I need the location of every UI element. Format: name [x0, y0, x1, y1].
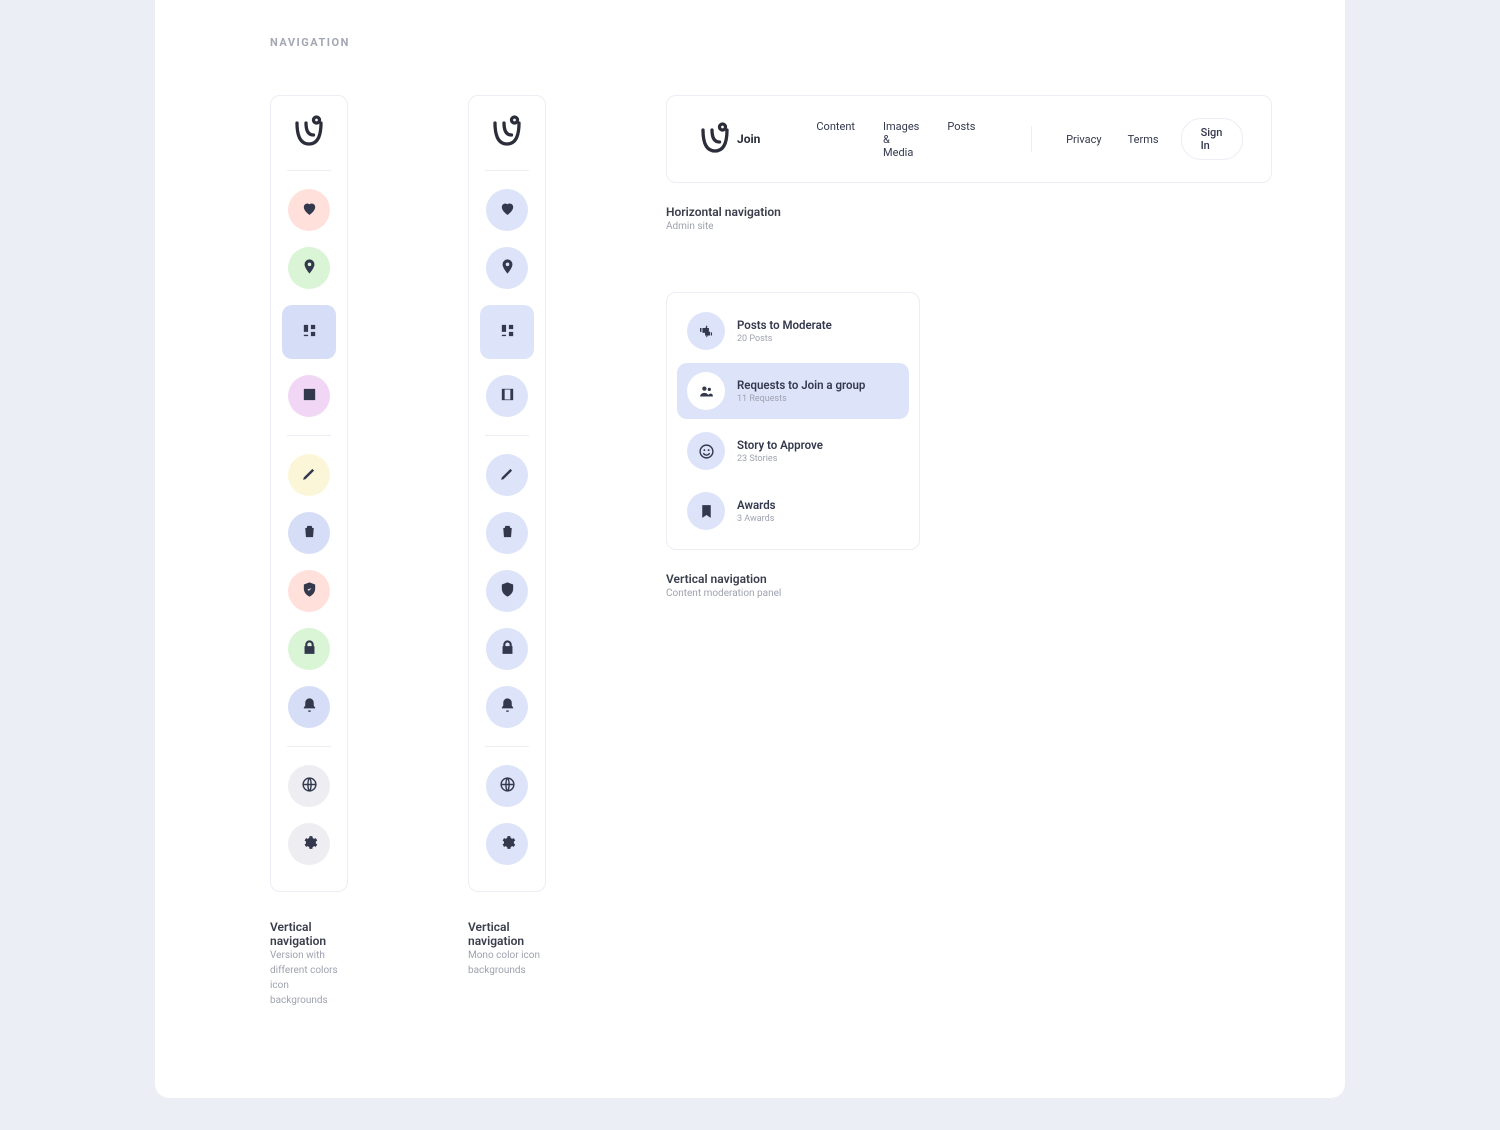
nav-edit[interactable]: [486, 454, 528, 496]
divider: [485, 746, 529, 747]
vertical-rail-mono: [468, 95, 546, 892]
caption-sub: Admin site: [666, 219, 1272, 234]
nav-edit[interactable]: [288, 454, 330, 496]
caption-title: Vertical navigation: [468, 920, 546, 948]
bell-icon: [499, 697, 516, 718]
nav-dashboard[interactable]: [282, 305, 336, 359]
gear-icon: [499, 834, 516, 855]
nav-favorites[interactable]: [288, 189, 330, 231]
caption-title: Vertical navigation: [666, 572, 1272, 586]
signin-button[interactable]: Sign In: [1181, 118, 1243, 160]
divider: [287, 170, 331, 171]
moderation-panel: Posts to Moderate 20 Posts Requests to J…: [666, 292, 920, 550]
brand-logo-icon: [291, 114, 327, 150]
heart-icon: [301, 200, 318, 221]
divider: [485, 435, 529, 436]
shield-check-icon: [499, 581, 516, 602]
gear-icon: [301, 834, 318, 855]
caption-title: Vertical navigation: [270, 920, 348, 948]
nav-settings[interactable]: [486, 823, 528, 865]
bookmark-icon: [687, 492, 725, 530]
mod-item-title: Awards: [737, 498, 776, 513]
mod-item-sub: 3 Awards: [737, 514, 776, 524]
vertical-rail-multicolor: [270, 95, 348, 892]
location-icon: [301, 258, 318, 279]
horizontal-nav: Join Content Images & Media Posts Privac…: [666, 95, 1272, 183]
divider: [1031, 126, 1032, 152]
nav-link-privacy[interactable]: Privacy: [1066, 133, 1102, 146]
nav-notifications[interactable]: [486, 686, 528, 728]
face-icon: [687, 432, 725, 470]
brand-logo-icon: [695, 119, 735, 159]
caption-sub: Mono color icon backgrounds: [468, 948, 546, 978]
mod-item-sub: 11 Requests: [737, 394, 865, 404]
divider: [485, 170, 529, 171]
mod-item-title: Story to Approve: [737, 438, 823, 453]
mod-item-requests[interactable]: Requests to Join a group 11 Requests: [677, 363, 909, 419]
brand[interactable]: Join: [695, 119, 760, 159]
divider: [287, 435, 331, 436]
film-icon: [301, 386, 318, 407]
pencil-icon: [499, 465, 516, 486]
section-heading: NAVIGATION: [270, 36, 1230, 49]
mod-item-sub: 23 Stories: [737, 454, 823, 464]
nav-lock[interactable]: [486, 628, 528, 670]
dashboard-icon: [301, 322, 318, 343]
nav-trash[interactable]: [486, 512, 528, 554]
nav-media[interactable]: [486, 375, 528, 417]
nav-security[interactable]: [486, 570, 528, 612]
mod-item-title: Requests to Join a group: [737, 378, 865, 393]
group-icon: [687, 372, 725, 410]
shield-check-icon: [301, 581, 318, 602]
divider: [287, 746, 331, 747]
nav-media[interactable]: [288, 375, 330, 417]
brand-logo-icon: [489, 114, 525, 150]
location-icon: [499, 258, 516, 279]
lock-icon: [499, 639, 516, 660]
nav-globe[interactable]: [486, 765, 528, 807]
nav-trash[interactable]: [288, 512, 330, 554]
nav-globe[interactable]: [288, 765, 330, 807]
nav-favorites[interactable]: [486, 189, 528, 231]
nav-notifications[interactable]: [288, 686, 330, 728]
nav-location[interactable]: [486, 247, 528, 289]
nav-link-images-media[interactable]: Images & Media: [883, 120, 919, 159]
nav-security[interactable]: [288, 570, 330, 612]
lock-icon: [301, 639, 318, 660]
film-icon: [499, 386, 516, 407]
heart-icon: [499, 200, 516, 221]
mod-item-sub: 20 Posts: [737, 334, 832, 344]
thumbs-icon: [687, 312, 725, 350]
globe-icon: [499, 776, 516, 797]
mod-item-story[interactable]: Story to Approve 23 Stories: [677, 423, 909, 479]
mod-item-posts[interactable]: Posts to Moderate 20 Posts: [677, 303, 909, 359]
nav-link-posts[interactable]: Posts: [947, 120, 975, 159]
nav-link-terms[interactable]: Terms: [1128, 133, 1159, 146]
caption-sub: Content moderation panel: [666, 586, 1272, 601]
nav-lock[interactable]: [288, 628, 330, 670]
nav-dashboard[interactable]: [480, 305, 534, 359]
mod-item-title: Posts to Moderate: [737, 318, 832, 333]
nav-location[interactable]: [288, 247, 330, 289]
mod-item-awards[interactable]: Awards 3 Awards: [677, 483, 909, 539]
nav-settings[interactable]: [288, 823, 330, 865]
brand-name: Join: [737, 132, 760, 146]
bell-icon: [301, 697, 318, 718]
caption-title: Horizontal navigation: [666, 205, 1272, 219]
caption-sub: Version with different colors icon backg…: [270, 948, 348, 1008]
trash-icon: [301, 523, 318, 544]
globe-icon: [301, 776, 318, 797]
pencil-icon: [301, 465, 318, 486]
trash-icon: [499, 523, 516, 544]
dashboard-icon: [499, 322, 516, 343]
nav-link-content[interactable]: Content: [816, 120, 855, 159]
